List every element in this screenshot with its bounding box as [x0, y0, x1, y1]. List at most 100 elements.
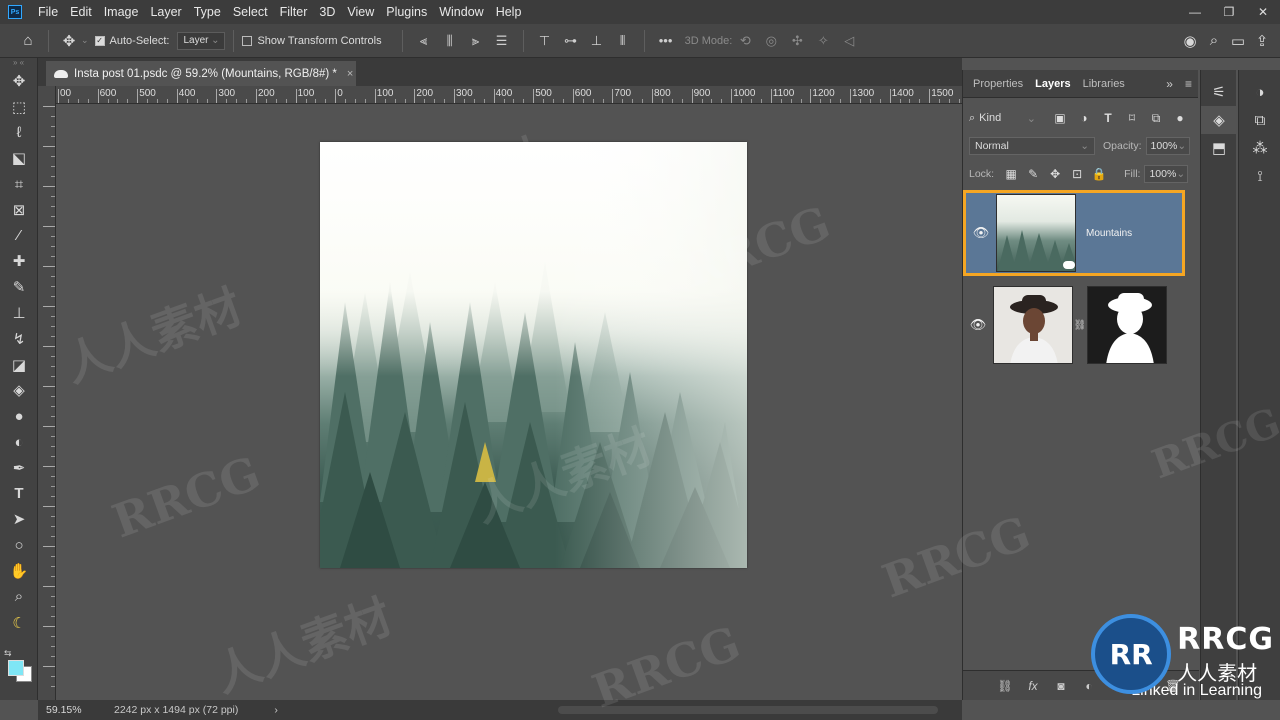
- filter-adjustment-icon[interactable]: ◑: [1072, 111, 1096, 126]
- account-icon[interactable]: ◉: [1178, 29, 1202, 53]
- tab-layers[interactable]: Layers: [1029, 70, 1076, 98]
- menu-view[interactable]: View: [341, 0, 380, 24]
- menu-edit[interactable]: Edit: [64, 0, 98, 24]
- fill-field[interactable]: 100% ⌄: [1144, 165, 1189, 183]
- align-middle-icon[interactable]: ⊶: [558, 33, 584, 49]
- swatches-panel-icon[interactable]: ⁂: [1239, 134, 1280, 162]
- menu-plugins[interactable]: Plugins: [380, 0, 433, 24]
- minimize-button[interactable]: —: [1178, 0, 1212, 24]
- frame-tool-icon[interactable]: ⊠: [0, 197, 38, 223]
- add-mask-icon[interactable]: ◙: [1047, 679, 1075, 693]
- lock-position-icon[interactable]: ✥: [1044, 167, 1066, 181]
- document-canvas[interactable]: [320, 142, 747, 568]
- layer-name-mountains[interactable]: Mountains: [1086, 228, 1132, 239]
- collapse-panel-icon[interactable]: »: [1160, 77, 1179, 91]
- filter-shape-icon[interactable]: ⌑: [1120, 111, 1144, 126]
- zoom-tool-icon[interactable]: ⌕: [0, 584, 38, 610]
- menu-layer[interactable]: Layer: [144, 0, 187, 24]
- workspace-icon[interactable]: ▭: [1226, 29, 1250, 53]
- layer-mask-thumbnail[interactable]: [1087, 286, 1167, 364]
- marquee-tool-icon[interactable]: ⬚: [0, 94, 38, 120]
- visibility-eye-icon[interactable]: 👁: [966, 225, 996, 241]
- color-panel-icon[interactable]: ◑: [1239, 78, 1280, 106]
- align-left-icon[interactable]: ⫷: [411, 33, 437, 49]
- distribute-icon[interactable]: ☰: [489, 33, 515, 49]
- lock-all-icon[interactable]: 🔒: [1088, 167, 1110, 181]
- hand-tool-icon[interactable]: ✋: [0, 558, 38, 584]
- more-options-icon[interactable]: •••: [653, 33, 679, 48]
- home-icon[interactable]: ⌂: [16, 29, 40, 53]
- ellipse-tool-icon[interactable]: ○: [0, 532, 38, 558]
- menu-select[interactable]: Select: [227, 0, 274, 24]
- blend-mode-dropdown[interactable]: Normal ⌄: [969, 137, 1095, 155]
- align-right-icon[interactable]: ⫸: [463, 33, 489, 49]
- lock-transparency-icon[interactable]: ▦: [1000, 167, 1022, 181]
- clone-stamp-tool-icon[interactable]: ⊥: [0, 300, 38, 326]
- type-tool-icon[interactable]: T: [0, 481, 38, 507]
- menu-file[interactable]: File: [32, 0, 64, 24]
- status-menu-arrow[interactable]: ›: [274, 704, 278, 716]
- adjustments-panel-icon[interactable]: ⚟: [1201, 78, 1237, 106]
- align-bottom-icon[interactable]: ⊥: [584, 33, 610, 49]
- path-selection-tool-icon[interactable]: ➤: [0, 507, 38, 533]
- move-tool-preset-icon[interactable]: ✥: [57, 29, 81, 53]
- healing-brush-tool-icon[interactable]: ✚: [0, 249, 38, 275]
- canvas-area[interactable]: [56, 104, 962, 700]
- lock-pixels-icon[interactable]: ✎: [1022, 167, 1044, 181]
- tab-libraries[interactable]: Libraries: [1077, 70, 1131, 98]
- pen-tool-icon[interactable]: ✒: [0, 455, 38, 481]
- paint-bucket-tool-icon[interactable]: ◈: [0, 378, 38, 404]
- banana-tool-icon[interactable]: ☾: [0, 610, 38, 636]
- 3d-pan-icon[interactable]: ✣: [784, 33, 810, 49]
- restore-button[interactable]: ❐: [1212, 0, 1246, 24]
- filter-smart-object-icon[interactable]: ⧉: [1144, 111, 1168, 126]
- foreground-color-swatch[interactable]: [8, 660, 24, 676]
- history-panel-icon[interactable]: ⧉: [1239, 106, 1280, 134]
- close-window-button[interactable]: ✕: [1246, 0, 1280, 24]
- show-transform-checkbox[interactable]: [242, 35, 253, 46]
- 3d-scale-icon[interactable]: ◁: [836, 33, 862, 49]
- menu-3d[interactable]: 3D: [313, 0, 341, 24]
- menu-help[interactable]: Help: [490, 0, 528, 24]
- vertical-ruler[interactable]: [38, 86, 56, 700]
- share-icon[interactable]: ⇪: [1250, 29, 1274, 53]
- horizontal-ruler[interactable]: 00 600 500 400 300 200 100 0 100 200 300 400 500 600 7…: [56, 86, 962, 104]
- layer-row-portrait[interactable]: 👁 ⛓: [963, 282, 1185, 368]
- swap-colors-icon[interactable]: ⇆: [4, 648, 12, 659]
- channels-panel-icon[interactable]: ⬒: [1201, 134, 1237, 162]
- menu-image[interactable]: Image: [98, 0, 145, 24]
- paths-panel-icon[interactable]: ⟟: [1239, 162, 1280, 190]
- 3d-slide-icon[interactable]: ✧: [810, 33, 836, 49]
- eyedropper-tool-icon[interactable]: ⁄: [0, 223, 38, 249]
- menu-type[interactable]: Type: [188, 0, 227, 24]
- opacity-field[interactable]: 100% ⌄: [1145, 137, 1190, 155]
- chevron-down-icon[interactable]: ⌄: [81, 35, 89, 46]
- object-selection-tool-icon[interactable]: ⬕: [0, 145, 38, 171]
- layers-panel-icon[interactable]: ◈: [1201, 106, 1237, 134]
- search-icon[interactable]: ⌕: [1202, 29, 1226, 53]
- zoom-level[interactable]: 59.15%: [38, 704, 88, 716]
- layer-effects-icon[interactable]: fx: [1019, 679, 1047, 693]
- photoshop-logo[interactable]: Ps: [8, 5, 22, 19]
- filter-pixel-icon[interactable]: ▣: [1048, 111, 1072, 126]
- lasso-tool-icon[interactable]: ℓ: [0, 120, 38, 146]
- brush-tool-icon[interactable]: ✎: [0, 274, 38, 300]
- distribute-vertical-icon[interactable]: ⫴: [610, 33, 636, 49]
- panel-menu-icon[interactable]: ≡: [1179, 77, 1198, 91]
- eraser-tool-icon[interactable]: ◪: [0, 352, 38, 378]
- close-tab-icon[interactable]: ×: [347, 68, 353, 80]
- dodge-tool-icon[interactable]: ◐: [0, 429, 38, 455]
- tab-properties[interactable]: Properties: [967, 70, 1029, 98]
- align-center-icon[interactable]: ⫼: [437, 33, 463, 49]
- align-top-icon[interactable]: ⊤: [532, 33, 558, 49]
- link-layers-icon[interactable]: ⛓: [991, 679, 1019, 693]
- move-tool-icon[interactable]: ✥: [0, 68, 38, 94]
- 3d-roll-icon[interactable]: ◎: [758, 33, 784, 49]
- 3d-orbit-icon[interactable]: ⟲: [732, 33, 758, 49]
- mask-link-icon[interactable]: ⛓: [1073, 320, 1087, 331]
- auto-select-target-dropdown[interactable]: Layer ⌄: [177, 31, 226, 50]
- menu-filter[interactable]: Filter: [274, 0, 314, 24]
- visibility-eye-icon[interactable]: 👁: [963, 317, 993, 333]
- filter-type-icon[interactable]: T: [1096, 111, 1120, 126]
- blur-tool-icon[interactable]: ●: [0, 403, 38, 429]
